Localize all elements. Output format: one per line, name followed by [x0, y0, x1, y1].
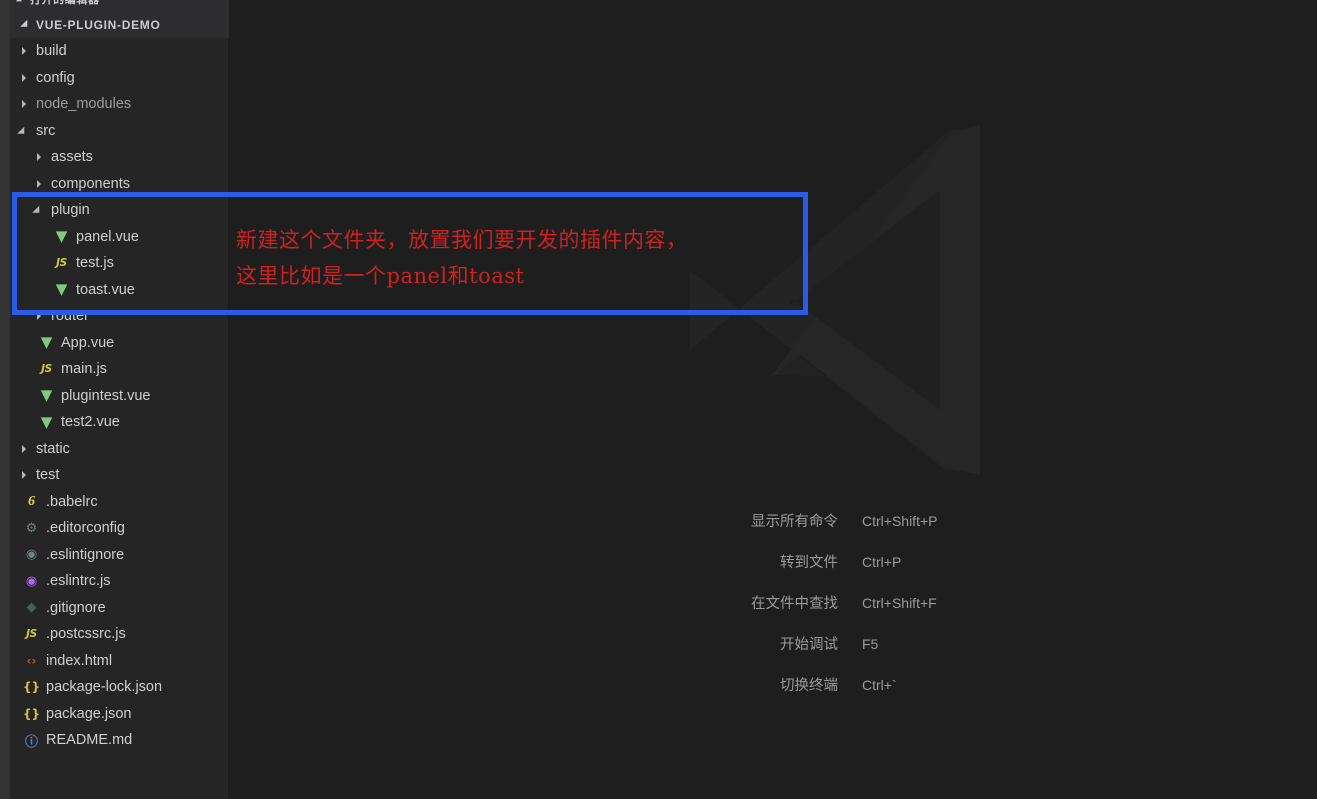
tree-file-row[interactable]: ◆ .gitignore	[10, 595, 229, 622]
chevron-down-icon	[20, 19, 31, 30]
markdown-icon: ⓘ	[24, 734, 38, 750]
tree-item-label: plugintest.vue	[61, 387, 151, 404]
shortcut-command-label: 切换终端	[780, 678, 838, 694]
shortcut-keys-label: F5	[862, 635, 879, 652]
shortcut-command-label: 开始调试	[780, 637, 838, 653]
tree-folder-row[interactable]: build	[10, 38, 229, 65]
chevron-right-icon	[18, 442, 32, 456]
tree-item-label: main.js	[61, 361, 107, 378]
shortcut-command-label: 在文件中查找	[751, 596, 838, 612]
babel-icon: 6	[28, 493, 35, 509]
tree-item-label: .gitignore	[46, 599, 106, 616]
json-icon: {}	[22, 680, 41, 695]
tree-file-row[interactable]: ⓘ README.md	[10, 727, 229, 754]
tree-item-label: assets	[51, 149, 93, 166]
json-icon: {}	[22, 706, 41, 721]
shortcut-row[interactable]: 在文件中查找 Ctrl+Shift+F	[730, 582, 1050, 623]
tree-item-label: build	[36, 43, 67, 60]
file-tree: build config node_modulessrc assets componen…	[10, 38, 229, 754]
chevron-right-icon	[18, 44, 32, 58]
annotation-text: 新建这个文件夹，放置我们要开发的插件内容， 这里比如是一个panel和toast	[236, 222, 796, 294]
tree-item-label: test	[36, 467, 60, 484]
vue-icon: ▼	[40, 386, 53, 405]
annotation-line-1: 新建这个文件夹，放置我们要开发的插件内容，	[236, 228, 688, 252]
tree-file-row[interactable]: ◉ .eslintignore	[10, 542, 229, 569]
tree-item-label: components	[51, 175, 130, 192]
tree-file-row[interactable]: ‹› index.html	[10, 648, 229, 675]
tree-folder-row[interactable]: config	[10, 65, 229, 92]
tree-file-row[interactable]: JS .postcssrc.js	[10, 621, 229, 648]
chevron-right-icon	[33, 177, 47, 191]
vue-icon: ▼	[40, 333, 53, 352]
shortcut-keys-label: Ctrl+`	[862, 676, 897, 693]
shortcut-keys-label: Ctrl+Shift+F	[862, 594, 937, 611]
tree-item-label: config	[36, 69, 75, 86]
shortcut-row[interactable]: 切换终端 Ctrl+`	[730, 664, 1050, 705]
chevron-right-icon	[18, 71, 32, 85]
tree-file-row[interactable]: {} package.json	[10, 701, 229, 728]
workspace-root-label: VUE-PLUGIN-DEMO	[36, 17, 161, 32]
tree-folder-row[interactable]: static	[10, 436, 229, 463]
tree-item-label: .eslintrc.js	[46, 573, 111, 590]
tree-item-label: README.md	[46, 732, 133, 749]
shortcut-command-label: 显示所有命令	[751, 514, 838, 530]
workspace-root-row[interactable]: VUE-PLUGIN-DEMO	[10, 11, 229, 38]
tree-file-row[interactable]: ◉ .eslintrc.js	[10, 568, 229, 595]
tree-item-label: src	[36, 122, 56, 139]
tree-folder-row[interactable]: src	[10, 118, 229, 145]
vue-icon: ▼	[40, 412, 53, 431]
gear-icon: ⚙	[25, 520, 38, 536]
tree-item-label: .postcssrc.js	[46, 626, 126, 643]
html-icon: ‹›	[26, 653, 37, 668]
js-icon: JS	[26, 628, 37, 641]
shortcut-row[interactable]: 显示所有命令 Ctrl+Shift+P	[730, 500, 1050, 541]
chevron-down-icon	[18, 124, 32, 138]
tree-file-row[interactable]: ▼ App.vue	[10, 330, 229, 357]
tree-item-label: test2.vue	[61, 414, 120, 431]
shortcut-command-label: 转到文件	[780, 555, 838, 571]
tree-folder-row[interactable]: test	[10, 462, 229, 489]
chevron-right-icon	[18, 97, 32, 111]
tree-file-row[interactable]: JS main.js	[10, 356, 229, 383]
activity-bar[interactable]	[0, 0, 10, 799]
tree-item-label: package.json	[46, 705, 132, 722]
annotation-line-2: 这里比如是一个panel和toast	[236, 264, 525, 288]
shortcut-keys-label: Ctrl+P	[862, 553, 902, 570]
chevron-right-icon	[18, 468, 32, 482]
circle-icon: ◉	[25, 547, 38, 563]
tree-folder-row[interactable]: assets	[10, 144, 229, 171]
chevron-right-icon	[33, 150, 47, 164]
git-icon: ◆	[26, 600, 37, 616]
tree-item-label: .editorconfig	[46, 520, 125, 537]
shortcuts-list: 显示所有命令 Ctrl+Shift+P 转到文件 Ctrl+P 在文件中查找 Ctrl+S…	[730, 500, 1050, 705]
open-editors-label: 打开的编辑器	[30, 0, 100, 6]
editor-area: 显示所有命令 Ctrl+Shift+P 转到文件 Ctrl+P 在文件中查找 Ctrl+S…	[230, 0, 1317, 799]
open-editors-section[interactable]: 打开的编辑器	[10, 0, 229, 11]
tree-item-label: node_modules	[36, 96, 132, 113]
tree-item-label: App.vue	[61, 334, 115, 351]
chevron-down-icon	[15, 0, 25, 5]
tree-file-row[interactable]: ▼ plugintest.vue	[10, 383, 229, 410]
js-icon: JS	[41, 363, 52, 376]
tree-item-label: static	[36, 440, 70, 457]
tree-item-label: .eslintignore	[46, 546, 125, 563]
shortcut-row[interactable]: 转到文件 Ctrl+P	[730, 541, 1050, 582]
tree-item-label: index.html	[46, 652, 113, 669]
tree-file-row[interactable]: {} package-lock.json	[10, 674, 229, 701]
tree-file-row[interactable]: ⚙ .editorconfig	[10, 515, 229, 542]
tree-item-label: .babelrc	[46, 493, 98, 510]
shortcut-row[interactable]: 开始调试 F5	[730, 623, 1050, 664]
tree-item-label: package-lock.json	[46, 679, 163, 696]
vscode-window: 打开的编辑器 VUE-PLUGIN-DEMO build config node_m…	[0, 0, 1317, 799]
shortcut-keys-label: Ctrl+Shift+P	[862, 512, 938, 529]
explorer-sidebar: 打开的编辑器 VUE-PLUGIN-DEMO build config node_m…	[10, 0, 229, 799]
tree-file-row[interactable]: 6 .babelrc	[10, 489, 229, 516]
eslint-icon: ◉	[25, 573, 38, 589]
tree-folder-row[interactable]: node_modules	[10, 91, 229, 118]
tree-file-row[interactable]: ▼ test2.vue	[10, 409, 229, 436]
